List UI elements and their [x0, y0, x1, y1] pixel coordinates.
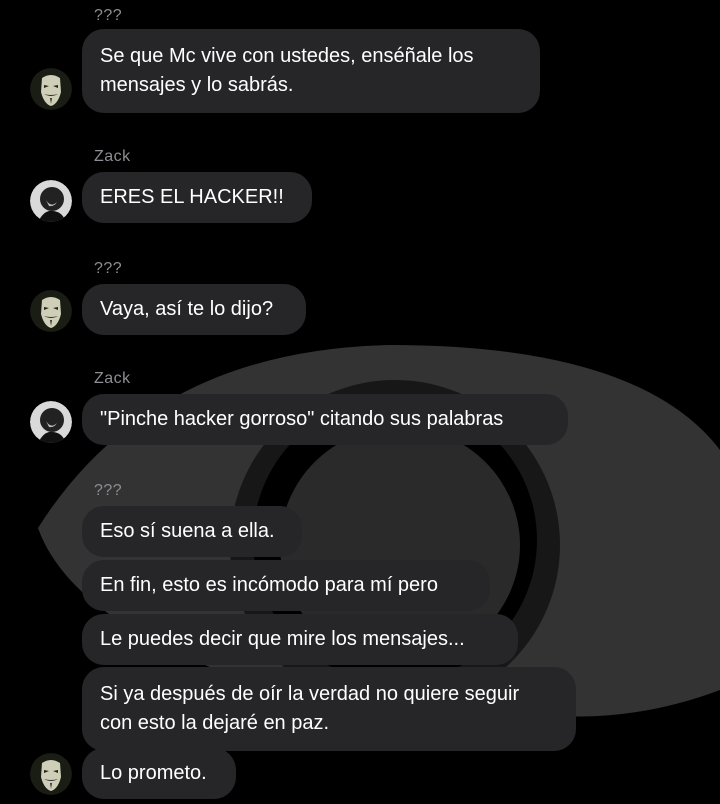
- anonymous-mask-icon[interactable]: [30, 290, 72, 332]
- zack-profile-icon[interactable]: [30, 401, 72, 443]
- zack-profile-icon[interactable]: [30, 180, 72, 222]
- message-text-line: con esto la dejaré en paz.: [100, 712, 330, 734]
- message-text-line: Se que Mc vive con ustedes, enséñale los: [100, 45, 474, 67]
- message-bubble[interactable]: En fin, esto es incómodo para mí pero: [82, 560, 490, 611]
- message-text: "Pinche hacker gorroso" citando sus pala…: [100, 408, 504, 430]
- message-text-line: mensajes y lo sabrás.: [100, 74, 294, 96]
- message-text: Le puedes decir que mire los mensajes...: [100, 628, 465, 650]
- message-text: Vaya, así te lo dijo?: [100, 298, 274, 320]
- message-bubble[interactable]: ERES EL HACKER!!: [82, 172, 312, 223]
- message-bubble[interactable]: "Pinche hacker gorroso" citando sus pala…: [82, 394, 568, 445]
- message-bubble[interactable]: Le puedes decir que mire los mensajes...: [82, 614, 518, 665]
- message-text: Eso sí suena a ella.: [100, 520, 275, 542]
- message-text: En fin, esto es incómodo para mí pero: [100, 574, 438, 596]
- message-text: ERES EL HACKER!!: [100, 186, 284, 208]
- sender-name: ???: [94, 260, 123, 277]
- message-bubble[interactable]: Vaya, así te lo dijo?: [82, 284, 306, 335]
- sender-name: Zack: [94, 148, 131, 165]
- message-text-line: Si ya después de oír la verdad no quiere…: [100, 683, 520, 705]
- chat-thread: ??? Se que Mc vive con ustedes, enséñale…: [0, 0, 720, 804]
- message-text: Lo prometo.: [100, 762, 207, 784]
- message-bubble[interactable]: Eso sí suena a ella.: [82, 506, 302, 557]
- message-bubble[interactable]: Si ya después de oír la verdad no quiere…: [82, 667, 576, 751]
- sender-name: Zack: [94, 370, 131, 387]
- message-bubble[interactable]: Lo prometo.: [82, 748, 236, 799]
- anonymous-mask-icon[interactable]: [30, 68, 72, 110]
- anonymous-mask-icon[interactable]: [30, 753, 72, 795]
- sender-name: ???: [94, 482, 123, 499]
- sender-name: ???: [94, 7, 123, 24]
- message-bubble[interactable]: Se que Mc vive con ustedes, enséñale los…: [82, 29, 540, 113]
